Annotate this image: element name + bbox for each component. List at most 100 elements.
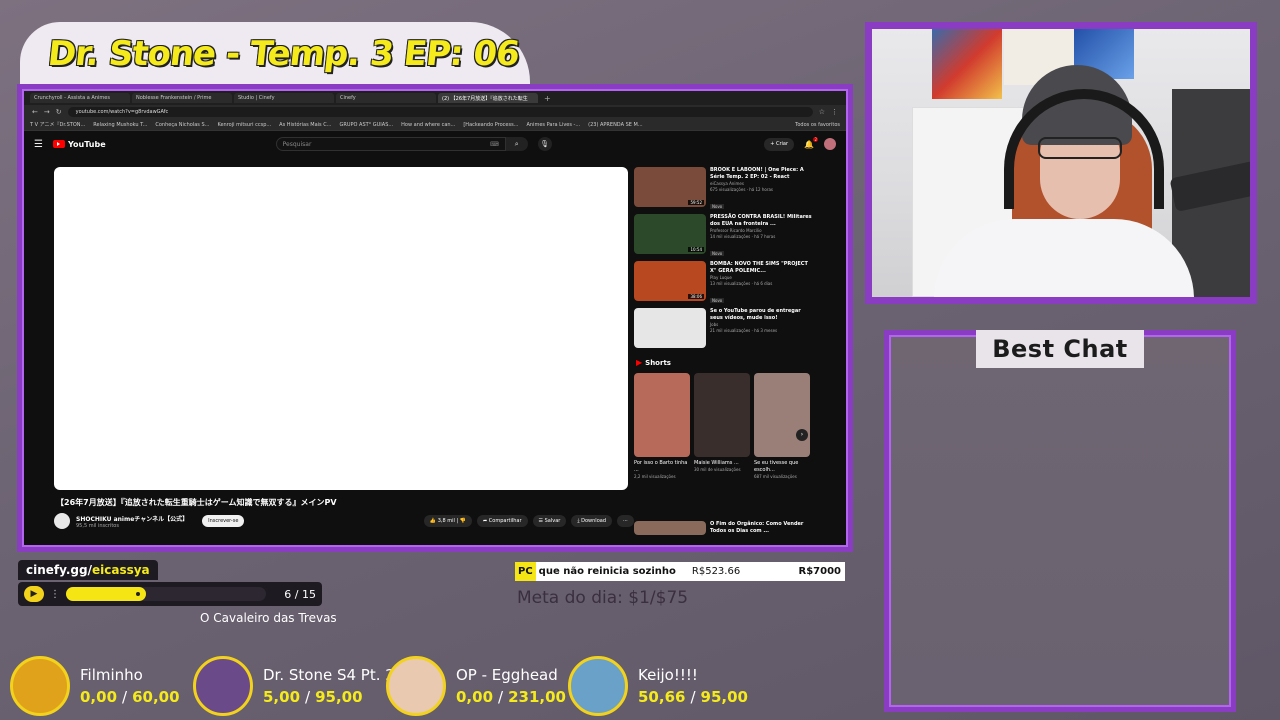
browser-tab-active[interactable]: (2) 【26年7月放送】『追放された転生	[438, 93, 538, 103]
webcam-feed	[872, 29, 1250, 297]
bookmark-item[interactable]: Conheça Nicholas S...	[155, 122, 209, 128]
counter-keijo: Keijo!!!! 50,66/95,00	[568, 656, 748, 716]
short-thumbnail[interactable]	[634, 373, 690, 457]
chat-area	[889, 335, 1231, 707]
dr-stone-icon	[193, 656, 253, 716]
browser-tab[interactable]: Noblesse Frankenstein / Prime	[132, 93, 232, 103]
recommendation-title[interactable]: O Fim do Orgânico: Como Vender Todos os …	[710, 521, 812, 535]
recommendation-thumbnail[interactable]: 38:06	[634, 261, 706, 301]
video-player[interactable]	[54, 167, 628, 490]
recommendation-item[interactable]: O Fim do Orgânico: Como Vender Todos os …	[634, 521, 812, 535]
hamburger-menu-icon[interactable]: ☰	[34, 139, 43, 150]
anime-poster	[932, 29, 1002, 99]
search-placeholder: Pesquisar	[282, 141, 312, 148]
counter-total: 95,00	[700, 688, 748, 706]
bookmark-item[interactable]: As Histórias Mais C...	[279, 122, 331, 128]
recommendation-item[interactable]: 59:52 BROOK E LABOON! | One Piece: A Sér…	[634, 167, 812, 211]
bookmarks-bar: T V アニメ『Dr.STON... Relaxing Mushoku T...…	[24, 119, 846, 131]
short-views: 30 mil de visualizações	[694, 467, 741, 472]
recommendation-item[interactable]: Se o YouTube parou de entregar seus víde…	[634, 308, 812, 352]
short-thumbnail[interactable]	[754, 373, 810, 457]
episode-total: 15	[302, 587, 316, 601]
counter-current: 0,00	[456, 688, 494, 706]
bookmark-item[interactable]: Relaxing Mushoku T...	[93, 122, 147, 128]
recommendation-meta: 675 visualizações · há 12 horas	[710, 187, 774, 192]
recommendation-thumbnail[interactable]: 10:54	[634, 214, 706, 254]
short-item[interactable]: Por isso o Barto tinha ... 2,2 mil visua…	[634, 373, 690, 480]
youtube-search-input[interactable]: Pesquisar ⌨	[275, 137, 506, 151]
new-badge: Novo	[710, 298, 725, 303]
url-bar[interactable]: youtube.com/watch?v=g8rvdawGAfc	[67, 107, 813, 117]
share-button[interactable]: ➦ Compartilhar	[477, 515, 528, 527]
short-title[interactable]: Se eu tivesse que escolh...	[754, 460, 810, 474]
browser-tab[interactable]: Studio | Cinefy	[234, 93, 334, 103]
search-icon[interactable]: ⌕	[505, 137, 528, 151]
back-icon[interactable]: ←	[32, 108, 38, 116]
counter-total: 60,00	[132, 688, 180, 706]
recommendation-thumbnail[interactable]: 59:52	[634, 167, 706, 207]
recommendation-title[interactable]: Se o YouTube parou de entregar seus víde…	[710, 308, 812, 322]
recommendation-item[interactable]: 10:54 PRESSÃO CONTRA BRASIL! Militares d…	[634, 214, 812, 258]
episode-separator: /	[291, 587, 302, 601]
save-button[interactable]: ☰ Salvar	[532, 515, 567, 527]
shorts-label: Shorts	[645, 358, 671, 367]
episode-count: 6 / 15	[284, 588, 316, 601]
bookmark-star-icon[interactable]: ☆	[819, 108, 825, 116]
goal-target: R$7000	[798, 566, 842, 577]
bookmark-item[interactable]: How and where can...	[401, 122, 455, 128]
keyboard-icon[interactable]: ⌨	[490, 141, 499, 148]
channel-name[interactable]: SHOCHIKU animeチャンネル【公式】	[76, 514, 188, 523]
bookmark-item[interactable]: T V アニメ『Dr.STON...	[30, 121, 85, 128]
chevron-right-icon[interactable]: ›	[796, 429, 808, 441]
like-button[interactable]: 👍 3,8 mil | 👎	[423, 515, 472, 527]
bookmark-item[interactable]: Animes Para Lives -...	[526, 122, 580, 128]
bookmark-item[interactable]: [Hackeando Process...	[463, 122, 518, 128]
like-count: 3,8 mil	[437, 518, 455, 524]
subscribe-button[interactable]: Inscrever-se	[202, 515, 245, 527]
share-label: Compartilhar	[488, 518, 522, 524]
notifications-bell-icon[interactable]: 🔔 2	[804, 136, 818, 149]
more-actions-icon[interactable]: ⋯	[617, 515, 634, 527]
short-title[interactable]: Por isso o Barto tinha ...	[634, 460, 690, 474]
counter-total: 95,00	[315, 688, 363, 706]
browser-window: Crunchyroll - Assista a Animes Noblesse …	[22, 89, 848, 547]
recommendation-thumbnail[interactable]	[634, 308, 706, 348]
microphone-icon[interactable]: 🎙	[537, 137, 552, 151]
new-tab-icon[interactable]: +	[540, 94, 555, 103]
channel-avatar[interactable]	[54, 513, 70, 529]
short-title[interactable]: Maisie Williams ...	[694, 460, 750, 467]
counter-op-egghead: OP - Egghead 0,00/231,00	[386, 656, 566, 716]
cinefy-link: cinefy.gg/eicassya	[18, 560, 158, 580]
menu-dots-icon[interactable]: ⋮	[831, 108, 838, 116]
youtube-header: ☰ YouTube Pesquisar ⌨ ⌕ 🎙 + Criar 🔔 2	[24, 131, 846, 157]
youtube-logo[interactable]: YouTube	[52, 140, 106, 149]
short-item[interactable]: Se eu tivesse que escolh... 687 mil visu…	[754, 373, 810, 480]
short-item[interactable]: Maisie Williams ... 30 mil de visualizaç…	[694, 373, 750, 480]
download-button[interactable]: ⤓ Download	[571, 515, 612, 527]
browser-tab[interactable]: Crunchyroll - Assista a Animes	[30, 93, 130, 103]
recommendation-title[interactable]: BOMBA: NOVO THE SIMS "PROJECT X" GERA PO…	[710, 261, 812, 275]
bookmark-item[interactable]: (23) APRENDA SE M...	[588, 122, 642, 128]
recommendation-thumbnail[interactable]	[634, 521, 706, 535]
forward-icon[interactable]: →	[44, 108, 50, 116]
video-duration: 38:06	[688, 294, 704, 299]
counter-current: 0,00	[80, 688, 118, 706]
recommendation-item[interactable]: 38:06 BOMBA: NOVO THE SIMS "PROJECT X" G…	[634, 261, 812, 305]
video-duration: 59:52	[688, 200, 704, 205]
create-button[interactable]: + Criar	[764, 137, 795, 151]
shorts-icon: ▶	[636, 358, 643, 367]
bookmark-item[interactable]: GRUPO AST° GUIAS...	[339, 122, 393, 128]
user-avatar[interactable]	[824, 138, 836, 150]
cinefy-logo-icon: ▶	[24, 586, 44, 602]
cinefy-user: eicassya	[91, 563, 150, 577]
recommendation-meta: 13 mil visualizações · há 6 dias	[710, 281, 773, 286]
counter-filminho: Filminho 0,00/60,00	[10, 656, 180, 716]
short-thumbnail[interactable]	[694, 373, 750, 457]
reload-icon[interactable]: ↻	[56, 108, 62, 116]
streamer-sweater	[934, 219, 1194, 297]
bookmark-item[interactable]: Kenroji mitsuri ccsp...	[217, 122, 271, 128]
recommendation-title[interactable]: PRESSÃO CONTRA BRASIL! Militares dos EUA…	[710, 214, 812, 228]
all-bookmarks[interactable]: Todos os favoritos	[795, 122, 840, 128]
browser-tab[interactable]: Cinefy	[336, 93, 436, 103]
recommendation-title[interactable]: BROOK E LABOON! | One Piece: A Série Tem…	[710, 167, 812, 181]
